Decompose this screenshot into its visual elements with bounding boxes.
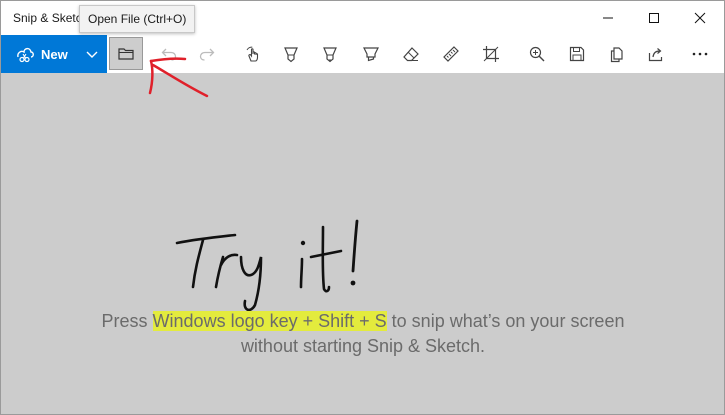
snip-hint-text: Press Windows logo key + Shift + S to sn… <box>93 309 633 359</box>
save-button[interactable] <box>559 35 595 73</box>
hint-text-before: Press <box>101 311 153 331</box>
new-snip-icon <box>15 44 35 64</box>
share-icon <box>648 48 663 62</box>
more-icon <box>692 52 708 56</box>
app-title: Snip & Sketch <box>13 11 89 25</box>
canvas-area <box>1 73 724 414</box>
minimize-icon <box>603 17 613 19</box>
new-button-label: New <box>41 46 68 62</box>
handwritten-try-it <box>175 219 359 312</box>
touch-writing-icon <box>246 46 259 62</box>
highlighter-icon <box>363 47 379 62</box>
share-button[interactable] <box>638 35 674 73</box>
eraser-icon <box>403 47 419 62</box>
open-file-tooltip: Open File (Ctrl+O) <box>79 5 196 33</box>
crop-icon <box>483 46 499 62</box>
pencil-icon <box>323 47 337 63</box>
close-icon <box>694 12 706 24</box>
more-options-button[interactable] <box>682 35 718 73</box>
highlighter-button[interactable] <box>353 35 389 73</box>
close-button[interactable] <box>677 1 723 35</box>
maximize-button[interactable] <box>631 1 677 35</box>
ruler-icon <box>443 46 459 62</box>
copy-icon <box>610 47 623 63</box>
folder-icon <box>118 47 134 60</box>
copy-button[interactable] <box>599 35 635 73</box>
open-file-button[interactable] <box>109 37 143 70</box>
new-snip-dropdown-button[interactable] <box>77 35 107 73</box>
snip-sketch-window: Snip & Sketch Open File (Ctrl+O) New Pre… <box>0 0 725 415</box>
save-icon <box>569 46 585 62</box>
toolbar: New <box>1 35 724 73</box>
hint-highlighted-shortcut: Windows logo key + Shift + S <box>152 311 387 331</box>
zoom-button[interactable] <box>519 35 555 73</box>
pencil-button[interactable] <box>312 35 348 73</box>
touch-writing-button[interactable] <box>235 35 271 73</box>
minimize-button[interactable] <box>585 1 631 35</box>
ballpoint-pen-button[interactable] <box>273 35 309 73</box>
ruler-button[interactable] <box>433 35 469 73</box>
red-arrow-annotation <box>148 57 209 98</box>
new-snip-button[interactable]: New <box>1 35 77 73</box>
ballpoint-pen-icon <box>284 47 298 63</box>
eraser-button[interactable] <box>393 35 429 73</box>
crop-button[interactable] <box>473 35 509 73</box>
chevron-down-icon <box>86 51 98 58</box>
zoom-icon <box>529 46 545 62</box>
maximize-icon <box>649 13 659 23</box>
